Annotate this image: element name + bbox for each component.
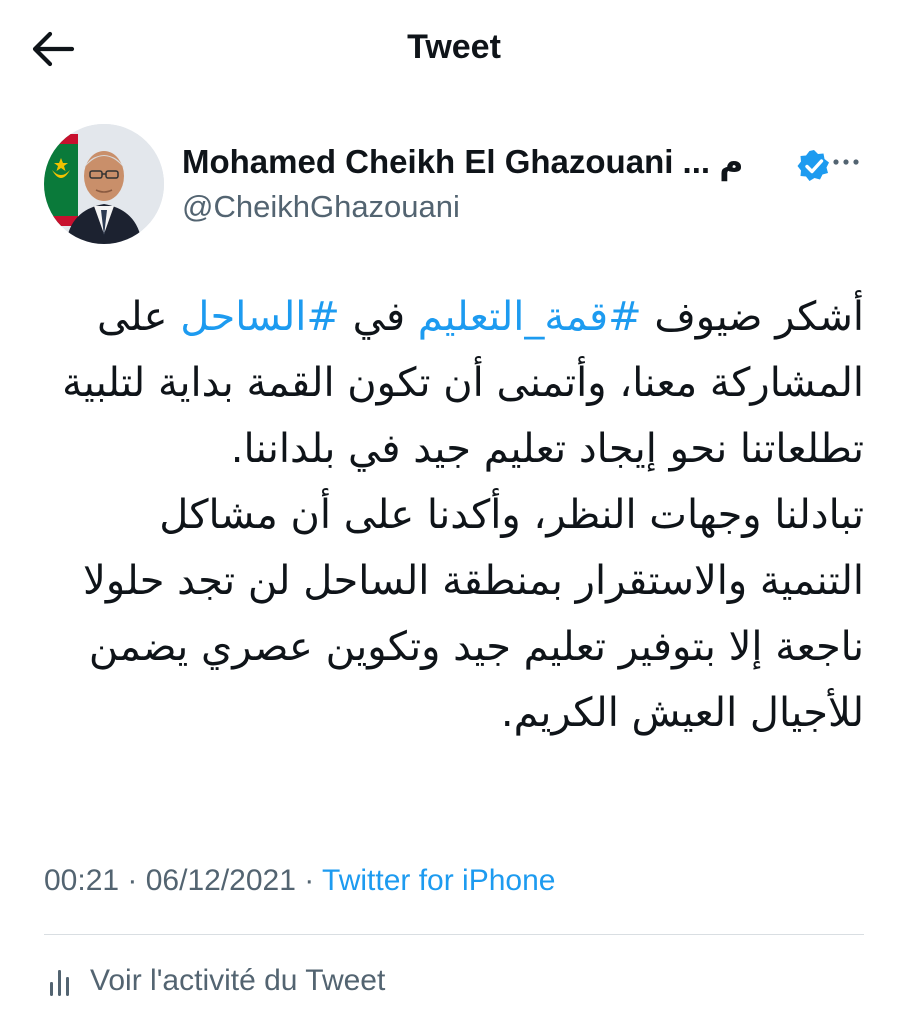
- tweet-meta: 00:21 · 06/12/2021 · Twitter for iPhone: [44, 864, 555, 898]
- tweet-date: 06/12/2021: [145, 864, 296, 897]
- page-title: Tweet: [407, 28, 501, 66]
- tweet-text: أشكر ضيوف #قمة_التعليم في #الساحل على ال…: [44, 284, 864, 746]
- hashtag-link[interactable]: #قمة_التعليم: [418, 294, 642, 340]
- verified-badge-icon: [796, 148, 832, 184]
- hashtag-link[interactable]: #الساحل: [180, 294, 340, 340]
- more-options-button[interactable]: [828, 144, 864, 180]
- avatar[interactable]: [44, 124, 164, 244]
- analytics-bars-icon: [50, 970, 69, 996]
- tweet-text-segment: أشكر ضيوف: [641, 294, 864, 340]
- tweet-text-segment: في: [339, 294, 418, 340]
- tweet-source-link[interactable]: Twitter for iPhone: [322, 864, 555, 897]
- more-options-icon: [833, 159, 859, 165]
- author-display-name[interactable]: Mohamed Cheikh El Ghazouani ... م: [182, 142, 743, 181]
- meta-separator: ·: [295, 864, 323, 897]
- divider: [44, 934, 864, 935]
- tweet-author: Mohamed Cheikh El Ghazouani ... م @Cheik…: [44, 122, 864, 252]
- author-handle[interactable]: @CheikhGhazouani: [182, 189, 460, 225]
- meta-separator: ·: [119, 864, 146, 897]
- tweet-paragraph-2: تبادلنا وجهات النظر، وأكدنا على أن مشاكل…: [83, 492, 864, 736]
- tweet-time: 00:21: [44, 864, 120, 897]
- tweet-paragraph-1: أشكر ضيوف #قمة_التعليم في #الساحل على ال…: [44, 284, 864, 482]
- avatar-photo: [44, 124, 164, 244]
- activity-label: Voir l'activité du Tweet: [90, 964, 386, 997]
- top-bar: Tweet: [0, 0, 908, 100]
